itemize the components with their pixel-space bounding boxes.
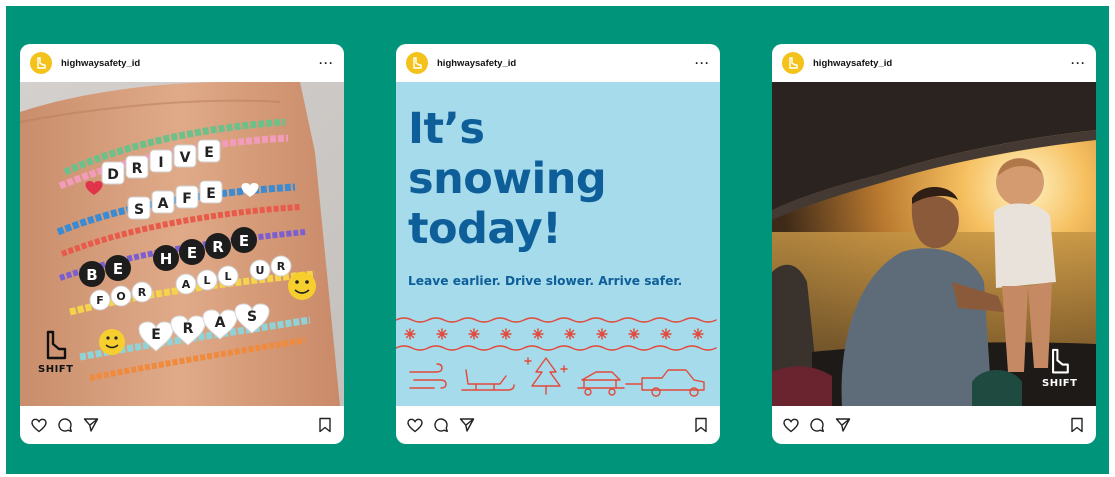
- sled-icon: [461, 369, 515, 391]
- svg-text:L: L: [224, 270, 231, 283]
- shift-logo-text: SHIFT: [1042, 378, 1078, 389]
- winter-illustration: [396, 317, 717, 397]
- idaho-logo-icon: [789, 57, 798, 69]
- headline-line-3: today!: [408, 204, 562, 254]
- svg-text:S: S: [134, 202, 144, 218]
- svg-text:B: B: [86, 266, 97, 284]
- idaho-logo-icon: [413, 57, 422, 69]
- post-card-bracelets: highwaysafety_id ··· D R I V E S A F E B…: [20, 44, 344, 444]
- shift-logo-text: SHIFT: [38, 364, 74, 375]
- share-icon[interactable]: [82, 416, 100, 434]
- post-actions: [772, 406, 1096, 444]
- headline-line-1: It’s: [408, 104, 485, 154]
- svg-text:R: R: [277, 260, 286, 273]
- truck-icon: [625, 369, 705, 397]
- svg-text:I: I: [158, 155, 163, 171]
- heart-icon[interactable]: [406, 416, 424, 434]
- post-actions: [20, 406, 344, 444]
- svg-text:R: R: [183, 321, 194, 337]
- svg-text:A: A: [182, 278, 191, 291]
- svg-text:F: F: [96, 294, 104, 307]
- snow-panel: It’s snowing today! Leave earlier. Drive…: [396, 82, 720, 406]
- idaho-state-icon: [46, 330, 66, 360]
- shift-logo: SHIFT: [38, 330, 73, 375]
- svg-text:E: E: [206, 186, 216, 202]
- heart-icon[interactable]: [782, 416, 800, 434]
- heart-icon[interactable]: [30, 416, 48, 434]
- svg-text:U: U: [256, 264, 265, 277]
- snowflake-row: [404, 328, 704, 340]
- comment-icon[interactable]: [808, 416, 826, 434]
- svg-text:R: R: [212, 238, 224, 256]
- svg-text:V: V: [180, 150, 191, 166]
- avatar[interactable]: [406, 52, 428, 74]
- more-options-icon[interactable]: ···: [1071, 57, 1086, 69]
- username[interactable]: highwaysafety_id: [437, 58, 516, 69]
- svg-text:E: E: [151, 327, 161, 343]
- tagline: Leave earlier. Drive slower. Arrive safe…: [408, 274, 683, 288]
- share-icon[interactable]: [834, 416, 852, 434]
- svg-text:R: R: [132, 161, 143, 177]
- post-card-father-child: highwaysafety_id ··· SHIFT: [772, 44, 1096, 444]
- more-options-icon[interactable]: ···: [319, 57, 334, 69]
- svg-text:S: S: [247, 309, 257, 325]
- svg-text:E: E: [187, 244, 197, 262]
- svg-text:E: E: [239, 232, 249, 250]
- svg-text:D: D: [107, 167, 119, 183]
- idaho-state-icon: [1051, 348, 1069, 374]
- headline-line-2: snowing: [408, 154, 607, 204]
- post-header: highwaysafety_id ···: [396, 44, 720, 82]
- svg-text:A: A: [215, 315, 226, 331]
- post-header: highwaysafety_id ···: [20, 44, 344, 82]
- bookmark-icon[interactable]: [692, 416, 710, 434]
- comment-icon[interactable]: [432, 416, 450, 434]
- share-icon[interactable]: [458, 416, 476, 434]
- post-image-snowing[interactable]: It’s snowing today! Leave earlier. Drive…: [396, 82, 720, 406]
- post-image-bracelets[interactable]: DRI VE SAFE BE HE RE F O R A L L U R E R…: [20, 82, 344, 406]
- wind-icon: [409, 363, 447, 389]
- post-header: highwaysafety_id ···: [772, 44, 1096, 82]
- bookmark-icon[interactable]: [1068, 416, 1086, 434]
- green-backdrop: highwaysafety_id ··· D R I V E S A F E B…: [6, 6, 1109, 474]
- username[interactable]: highwaysafety_id: [61, 58, 140, 69]
- svg-text:F: F: [182, 191, 192, 207]
- svg-text:O: O: [116, 290, 125, 303]
- svg-text:E: E: [113, 260, 123, 278]
- pine-tree-icon: [524, 357, 568, 395]
- post-card-snowing: highwaysafety_id ··· It’s snowing today!…: [396, 44, 720, 444]
- idaho-logo-icon: [37, 57, 46, 69]
- svg-text:R: R: [138, 286, 147, 299]
- bookmark-icon[interactable]: [316, 416, 334, 434]
- svg-text:H: H: [160, 250, 173, 268]
- username[interactable]: highwaysafety_id: [813, 58, 892, 69]
- shift-logo: SHIFT: [1042, 348, 1077, 389]
- svg-text:L: L: [203, 274, 210, 287]
- more-options-icon[interactable]: ···: [695, 57, 710, 69]
- avatar[interactable]: [782, 52, 804, 74]
- snowmobile-icon: [577, 371, 625, 396]
- post-image-father-child[interactable]: SHIFT: [772, 82, 1096, 406]
- svg-text:A: A: [158, 196, 169, 212]
- svg-text:E: E: [204, 145, 214, 161]
- comment-icon[interactable]: [56, 416, 74, 434]
- avatar[interactable]: [30, 52, 52, 74]
- headline: It’s snowing today!: [408, 104, 708, 254]
- post-actions: [396, 406, 720, 444]
